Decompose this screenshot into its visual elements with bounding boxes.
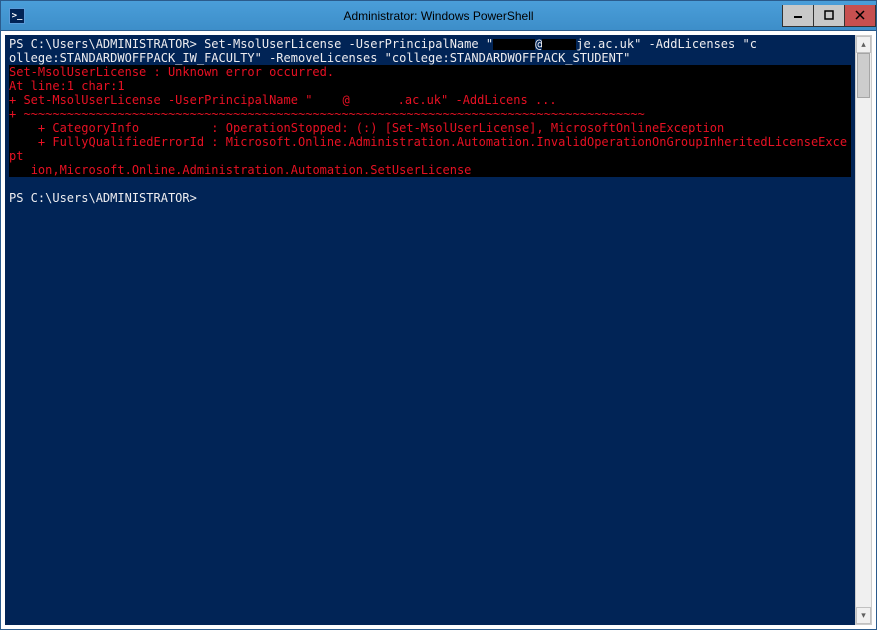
minimize-icon [793, 10, 803, 20]
error-line: At line:1 char:1 [9, 79, 851, 93]
scroll-thumb[interactable] [857, 53, 870, 98]
error-line: + FullyQualifiedErrorId : Microsoft.Onli… [9, 135, 851, 163]
window-title: Administrator: Windows PowerShell [343, 9, 533, 23]
command-line-2: ollege:STANDARDWOFFPACK_IW_FACULTY" -Rem… [9, 51, 851, 65]
close-button[interactable] [844, 5, 876, 27]
cmd-part1: PS C:\Users\ADMINISTRATOR> Set-MsolUserL… [9, 37, 493, 51]
client-area: PS C:\Users\ADMINISTRATOR> Set-MsolUserL… [1, 31, 876, 629]
app-icon: >_ [9, 8, 25, 24]
error-line: Set-MsolUserLicense : Unknown error occu… [9, 65, 851, 79]
scroll-down-button[interactable]: ▾ [856, 607, 871, 624]
err-part-b: .ac.uk" -AddLicens ... [398, 93, 557, 107]
cmd-redact-mid: @ [535, 37, 542, 51]
console-output[interactable]: PS C:\Users\ADMINISTRATOR> Set-MsolUserL… [5, 35, 855, 625]
err-at: @ [342, 93, 349, 107]
chevron-up-icon: ▴ [861, 39, 866, 50]
titlebar[interactable]: >_ Administrator: Windows PowerShell [1, 1, 876, 31]
window-controls [783, 5, 876, 27]
err-part-a: + Set-MsolUserLicense -UserPrincipalName… [9, 93, 312, 107]
redacted-text [493, 39, 535, 50]
powershell-icon: >_ [12, 11, 23, 21]
scroll-track[interactable] [856, 53, 871, 607]
command-line: PS C:\Users\ADMINISTRATOR> Set-MsolUserL… [9, 37, 851, 51]
prompt: PS C:\Users\ADMINISTRATOR> [9, 191, 851, 205]
redacted-text [350, 95, 398, 106]
scroll-up-button[interactable]: ▴ [856, 36, 871, 53]
cmd-part1b: je.ac.uk" -AddLicenses "c [576, 37, 757, 51]
minimize-button[interactable] [782, 5, 814, 27]
error-line: + ~~~~~~~~~~~~~~~~~~~~~~~~~~~~~~~~~~~~~~… [9, 107, 851, 121]
error-line: + CategoryInfo : OperationStopped: (:) [… [9, 121, 851, 135]
powershell-window: >_ Administrator: Windows PowerShell PS … [0, 0, 877, 630]
error-line: ion,Microsoft.Online.Administration.Auto… [9, 163, 851, 177]
error-line: + Set-MsolUserLicense -UserPrincipalName… [9, 93, 851, 107]
maximize-icon [824, 10, 834, 20]
redacted-text [312, 95, 342, 106]
close-icon [855, 10, 865, 20]
maximize-button[interactable] [813, 5, 845, 27]
vertical-scrollbar[interactable]: ▴ ▾ [855, 35, 872, 625]
redacted-text [542, 39, 576, 50]
chevron-down-icon: ▾ [861, 610, 866, 621]
blank-line [9, 177, 851, 191]
